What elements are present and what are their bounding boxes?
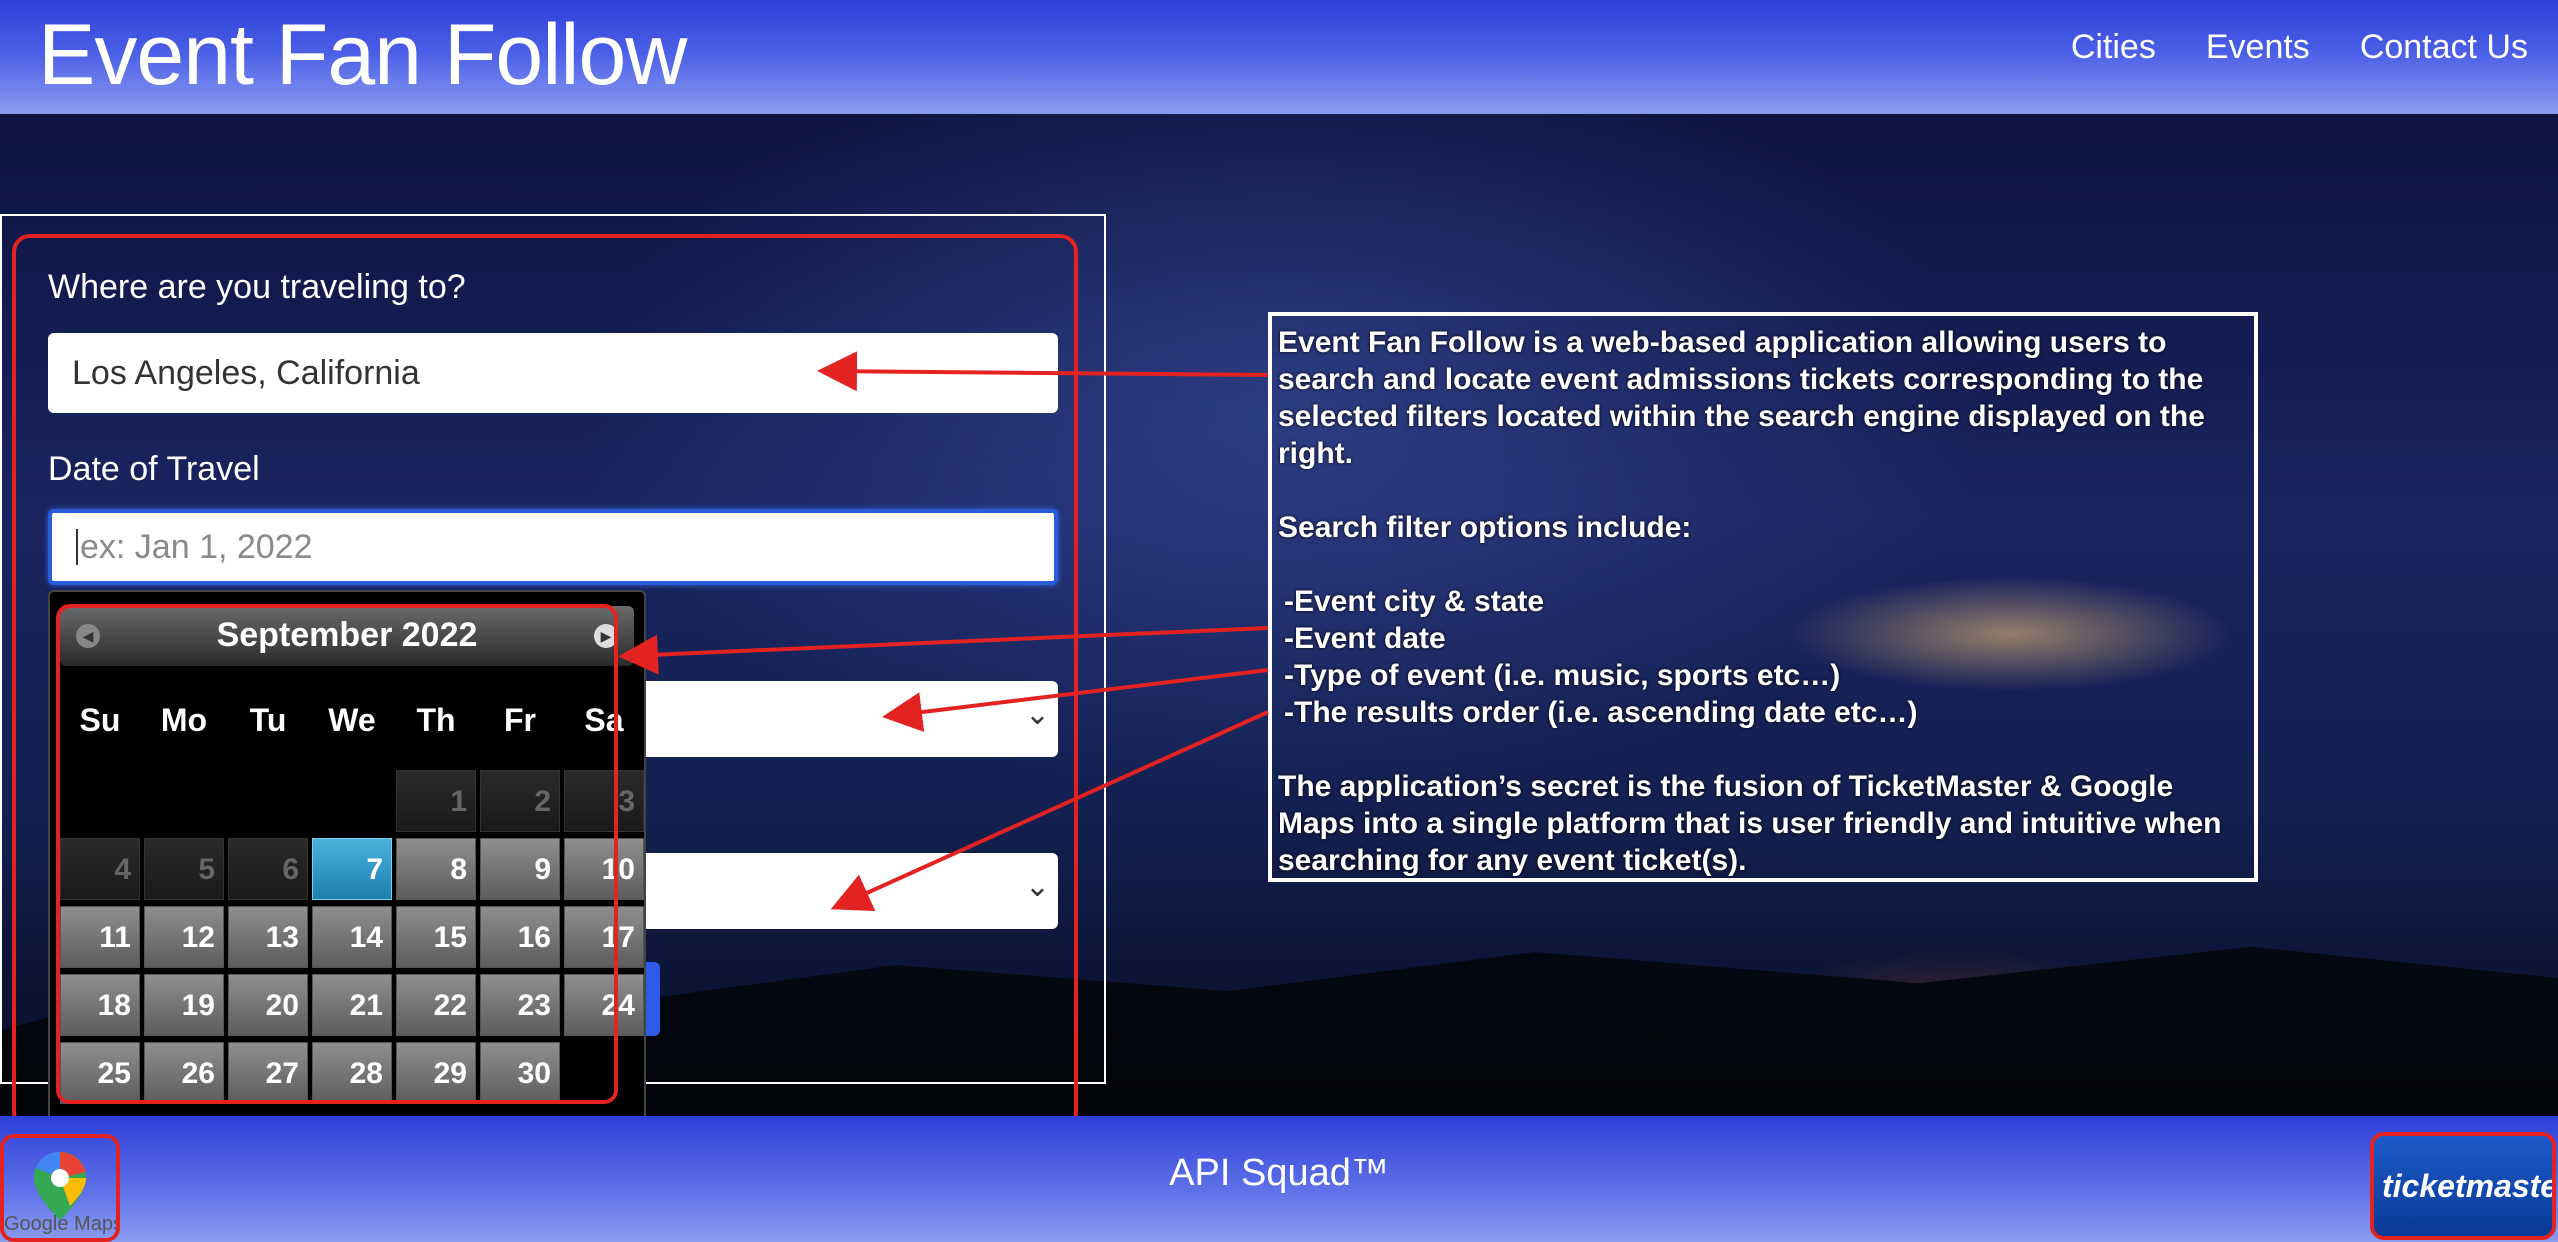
ticketmaster-label: ticketmaster <box>2382 1168 2556 1204</box>
footer-text: API Squad™ <box>1169 1152 1389 1194</box>
google-maps-logo[interactable]: Google Maps <box>0 1134 120 1242</box>
arrow-to-date <box>618 626 1269 675</box>
footer-bar: API Squad™ <box>0 1116 2558 1242</box>
arrow-to-type <box>882 668 1269 732</box>
annotation-arrows <box>618 351 1269 912</box>
arrow-to-order <box>830 710 1269 912</box>
arrow-to-destination <box>817 351 1269 392</box>
google-maps-label: Google Maps <box>4 1213 120 1235</box>
ticketmaster-logo[interactable]: ticketmaster <box>2370 1132 2556 1240</box>
